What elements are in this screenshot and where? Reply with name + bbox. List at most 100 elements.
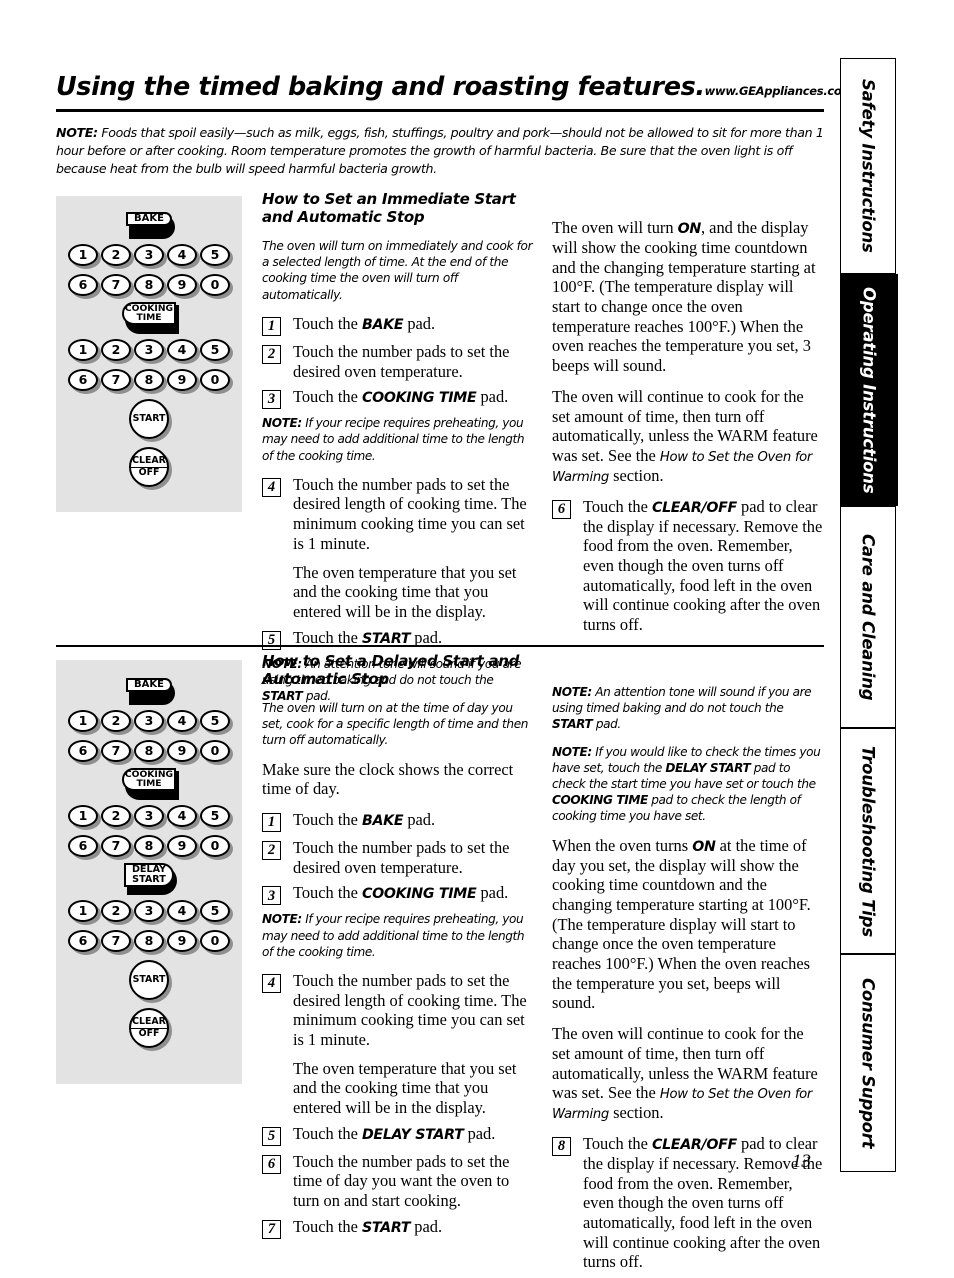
- number-key[interactable]: 9: [167, 930, 200, 955]
- number-key-label: 8: [134, 740, 164, 762]
- number-key[interactable]: 5: [200, 339, 233, 364]
- tab-label: Troubleshooting Tips: [858, 745, 878, 937]
- number-key-label: 0: [200, 369, 230, 391]
- step-number: 4: [262, 477, 281, 497]
- tab-care-and-cleaning[interactable]: Care and Cleaning: [840, 506, 896, 728]
- tab-troubleshooting-tips[interactable]: Troubleshooting Tips: [840, 728, 896, 954]
- bake-pad[interactable]: BAKE: [126, 212, 175, 239]
- pad-name: BAKE: [361, 316, 404, 333]
- clear-off-pad[interactable]: CLEAR OFF: [129, 1008, 172, 1051]
- pad-name: START: [552, 717, 593, 732]
- number-key-label: 8: [134, 930, 164, 952]
- number-key[interactable]: 3: [134, 339, 167, 364]
- number-key[interactable]: 8: [134, 369, 167, 394]
- number-key-label: 1: [68, 339, 98, 361]
- number-key[interactable]: 6: [68, 835, 101, 860]
- pad-name: START: [361, 1219, 411, 1236]
- number-key[interactable]: 2: [101, 805, 134, 830]
- number-key[interactable]: 9: [167, 274, 200, 299]
- section1-preheat-note: NOTE: If your recipe requires preheating…: [262, 415, 534, 464]
- tab-safety-instructions[interactable]: Safety Instructions: [840, 58, 896, 274]
- bake-pad-label: BAKE: [126, 678, 172, 693]
- number-key[interactable]: 1: [68, 805, 101, 830]
- number-key[interactable]: 1: [68, 710, 101, 735]
- number-key[interactable]: 6: [68, 930, 101, 955]
- number-key-label: 7: [101, 274, 131, 296]
- number-key[interactable]: 8: [134, 274, 167, 299]
- number-key[interactable]: 9: [167, 369, 200, 394]
- section-tab-strip: Safety Instructions Operating Instructio…: [840, 58, 898, 1172]
- step-text: Touch the CLEAR/OFF pad to clear the dis…: [583, 496, 823, 635]
- number-key[interactable]: 7: [101, 369, 134, 394]
- number-key[interactable]: 3: [134, 710, 167, 735]
- number-key[interactable]: 4: [167, 710, 200, 735]
- number-key-label: 8: [134, 835, 164, 857]
- clear-off-pad[interactable]: CLEAR OFF: [129, 447, 172, 490]
- step-text: Touch the BAKE pad.: [293, 809, 436, 829]
- cooking-time-pad[interactable]: COOKING TIME: [122, 768, 179, 800]
- pad-name: DELAY START: [361, 1126, 464, 1143]
- number-key[interactable]: 0: [200, 835, 233, 860]
- number-key[interactable]: 4: [167, 900, 200, 925]
- number-key[interactable]: 4: [167, 339, 200, 364]
- number-key[interactable]: 5: [200, 805, 233, 830]
- number-key[interactable]: 9: [167, 835, 200, 860]
- step-item: 8 Touch the CLEAR/OFF pad to clear the d…: [552, 1134, 824, 1272]
- number-key[interactable]: 0: [200, 930, 233, 955]
- number-key[interactable]: 7: [101, 274, 134, 299]
- number-key[interactable]: 1: [68, 900, 101, 925]
- number-key[interactable]: 2: [101, 339, 134, 364]
- number-key[interactable]: 0: [200, 274, 233, 299]
- number-key[interactable]: 2: [101, 244, 134, 269]
- number-key[interactable]: 7: [101, 930, 134, 955]
- start-pad[interactable]: START: [129, 960, 172, 1003]
- number-key[interactable]: 5: [200, 900, 233, 925]
- off-line: OFF: [138, 1028, 160, 1039]
- tab-label: Operating Instructions: [859, 286, 879, 494]
- website-url[interactable]: www.GEAppliances.com: [705, 84, 854, 100]
- number-key[interactable]: 2: [101, 710, 134, 735]
- clear-off-pad-label: CLEAR OFF: [129, 1008, 169, 1048]
- cooking-time-pad[interactable]: COOKING TIME: [122, 302, 179, 334]
- bake-pad[interactable]: BAKE: [126, 678, 175, 705]
- number-key[interactable]: 6: [68, 369, 101, 394]
- number-key-label: 5: [200, 805, 230, 827]
- pad-name: BAKE: [361, 812, 404, 829]
- number-key[interactable]: 7: [101, 835, 134, 860]
- number-key-label: 0: [200, 930, 230, 952]
- pad-name: COOKING TIME: [361, 886, 477, 903]
- number-key[interactable]: 8: [134, 740, 167, 765]
- number-key[interactable]: 3: [134, 805, 167, 830]
- number-key[interactable]: 1: [68, 244, 101, 269]
- number-key[interactable]: 6: [68, 740, 101, 765]
- number-row-top-2: 1 2 3 4 5: [68, 805, 233, 830]
- number-key[interactable]: 3: [134, 244, 167, 269]
- start-pad[interactable]: START: [129, 399, 172, 442]
- number-key[interactable]: 0: [200, 369, 233, 394]
- step-text: Touch the DELAY START pad.: [293, 1123, 496, 1143]
- number-key-label: 2: [101, 339, 131, 361]
- number-key[interactable]: 8: [134, 930, 167, 955]
- tab-operating-instructions[interactable]: Operating Instructions: [840, 274, 898, 506]
- number-key[interactable]: 5: [200, 244, 233, 269]
- number-key[interactable]: 6: [68, 274, 101, 299]
- number-key[interactable]: 1: [68, 339, 101, 364]
- number-key[interactable]: 7: [101, 740, 134, 765]
- number-row-top-2: 1 2 3 4 5: [68, 339, 233, 364]
- on-indicator: ON: [692, 838, 716, 855]
- step-number: 7: [262, 1219, 281, 1239]
- number-key-label: 6: [68, 835, 98, 857]
- delay-start-pad[interactable]: DELAY START: [124, 863, 177, 895]
- number-key-label: 4: [167, 805, 197, 827]
- number-key[interactable]: 9: [167, 740, 200, 765]
- number-key[interactable]: 3: [134, 900, 167, 925]
- number-key[interactable]: 4: [167, 244, 200, 269]
- tab-consumer-support[interactable]: Consumer Support: [840, 954, 896, 1172]
- number-key[interactable]: 0: [200, 740, 233, 765]
- note-label: NOTE:: [56, 125, 98, 140]
- number-key[interactable]: 8: [134, 835, 167, 860]
- number-key-label: 1: [68, 244, 98, 266]
- number-key[interactable]: 5: [200, 710, 233, 735]
- number-key[interactable]: 2: [101, 900, 134, 925]
- number-key[interactable]: 4: [167, 805, 200, 830]
